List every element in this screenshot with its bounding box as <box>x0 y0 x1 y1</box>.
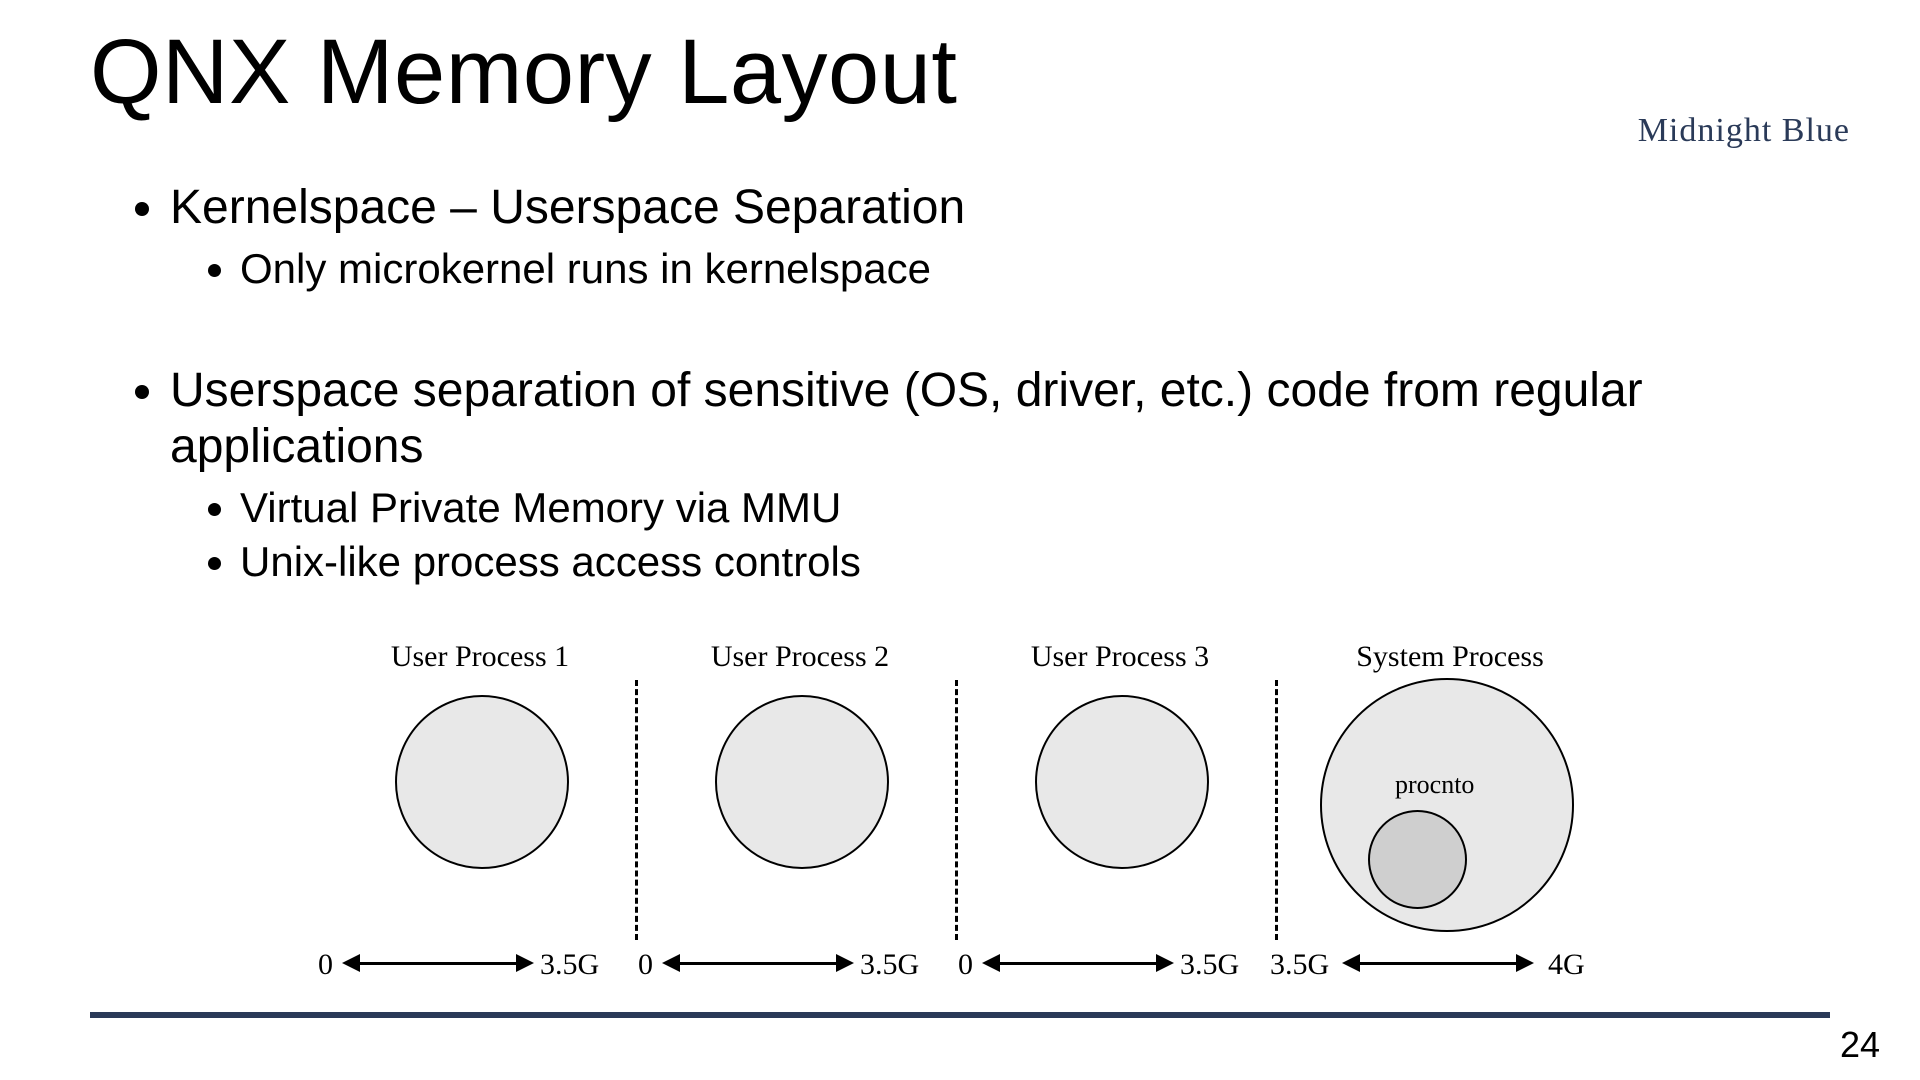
bullet-1-sublist: Only microkernel runs in kernelspace <box>170 245 1830 293</box>
brand-name: Midnight Blue <box>1638 112 1850 150</box>
region-user-process-1: User Process 1 0 3.5G <box>330 640 630 980</box>
axis-left-label: 3.5G <box>1270 948 1329 982</box>
page-number: 24 <box>1840 1024 1880 1066</box>
arrow-right-icon <box>516 954 534 972</box>
process-circle <box>1035 695 1209 869</box>
axis-left-label: 0 <box>958 948 973 982</box>
axis-right-label: 3.5G <box>540 948 599 982</box>
region-label: User Process 2 <box>650 640 950 674</box>
memory-diagram: User Process 1 0 3.5G User Process 2 0 3… <box>330 640 1590 980</box>
region-axis: 0 3.5G <box>330 944 630 980</box>
axis-line <box>998 962 1158 965</box>
bullet-list: Kernelspace – Userspace Separation Only … <box>90 180 1830 586</box>
region-axis: 3.5G 4G <box>1290 944 1610 980</box>
brand-logo: Midnight Blue <box>1638 30 1850 150</box>
slide-content: Kernelspace – Userspace Separation Only … <box>90 180 1830 586</box>
region-user-process-2: User Process 2 0 3.5G <box>650 640 950 980</box>
region-divider <box>635 680 638 940</box>
axis-line <box>358 962 518 965</box>
bullet-2-sub-1: Virtual Private Memory via MMU <box>240 484 1830 532</box>
region-divider <box>1275 680 1278 940</box>
region-label: System Process <box>1290 640 1610 674</box>
axis-right-label: 3.5G <box>860 948 919 982</box>
slide: Midnight Blue QNX Memory Layout Kernelsp… <box>0 0 1920 1080</box>
axis-right-label: 3.5G <box>1180 948 1239 982</box>
region-axis: 0 3.5G <box>650 944 950 980</box>
bullet-2-sublist: Virtual Private Memory via MMU Unix-like… <box>170 484 1830 587</box>
arrow-right-icon <box>1156 954 1174 972</box>
process-circle <box>395 695 569 869</box>
region-divider <box>955 680 958 940</box>
procnto-label: procnto <box>1395 770 1474 800</box>
axis-right-label: 4G <box>1548 948 1585 982</box>
bullet-2-text: Userspace separation of sensitive (OS, d… <box>170 364 1643 472</box>
bullet-2-sub-2: Unix-like process access controls <box>240 538 1830 586</box>
procnto-circle <box>1368 810 1467 909</box>
axis-line <box>1358 962 1518 965</box>
arrow-right-icon <box>836 954 854 972</box>
footer-rule <box>90 1012 1830 1018</box>
axis-left-label: 0 <box>318 948 333 982</box>
bullet-1-text: Kernelspace – Userspace Separation <box>170 181 965 234</box>
region-label: User Process 1 <box>330 640 630 674</box>
region-system-process: System Process procnto 3.5G 4G <box>1290 640 1610 980</box>
bullet-1: Kernelspace – Userspace Separation Only … <box>170 180 1830 293</box>
bullet-2: Userspace separation of sensitive (OS, d… <box>170 363 1830 586</box>
slide-title: QNX Memory Layout <box>90 20 1830 125</box>
bullet-1-sub-1: Only microkernel runs in kernelspace <box>240 245 1830 293</box>
process-circle <box>715 695 889 869</box>
region-label: User Process 3 <box>970 640 1270 674</box>
moon-icon <box>1704 30 1784 110</box>
axis-line <box>678 962 838 965</box>
region-axis: 0 3.5G <box>970 944 1270 980</box>
axis-left-label: 0 <box>638 948 653 982</box>
region-user-process-3: User Process 3 0 3.5G <box>970 640 1270 980</box>
arrow-right-icon <box>1516 954 1534 972</box>
